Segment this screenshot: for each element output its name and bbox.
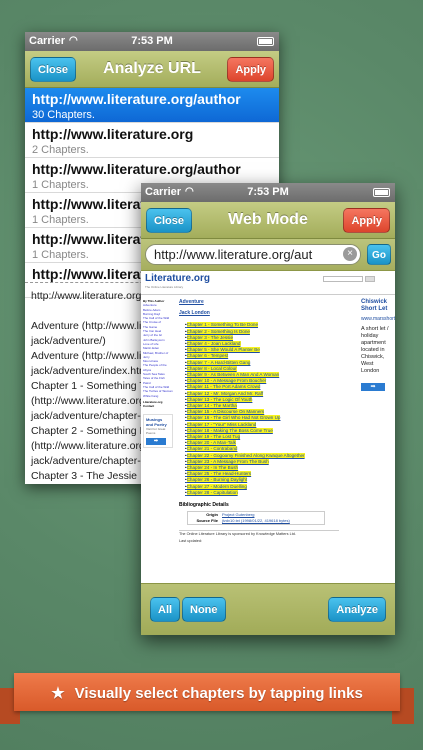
chapter-link-label: Chapter 7 - A Hard-Bitten Gang bbox=[186, 359, 251, 365]
url-list-row[interactable]: http://www.literature.org/author 30 Chapt… bbox=[25, 88, 279, 123]
arrow-right-icon[interactable]: ➡ bbox=[361, 383, 385, 391]
select-all-button[interactable]: All bbox=[150, 597, 181, 622]
url-list-row-url: http://www.literature.org bbox=[32, 126, 194, 142]
chapter-link-label: Chapter 6 - Tempest bbox=[186, 353, 229, 359]
ad-title[interactable]: Chiswick Short Let bbox=[361, 299, 393, 313]
ad-body: A short let / holiday apartment located … bbox=[361, 326, 389, 374]
chapter-link-label: Chapter 27 - Modern Duelling bbox=[186, 483, 247, 489]
web-mode-screen: Carrier ◠ 7:53 PM Close Web Mode Apply h… bbox=[141, 183, 395, 635]
sidebar-link[interactable]: Michael, Brother of Jerry bbox=[143, 351, 173, 360]
chapter-link-label: Chapter 5 - She Would A Planter Be bbox=[186, 347, 260, 353]
sidebar-footer[interactable]: Literature.org Contact bbox=[143, 400, 173, 409]
chapter-link-label: Chapter 28 - Capitulation bbox=[186, 489, 238, 495]
chapter-link-label: Chapter 22 - Gogoomy Finished Along Kwaq… bbox=[186, 452, 305, 458]
footer-updated: Last updated: bbox=[179, 538, 203, 543]
site-footer: The Online Literature Library is sponsor… bbox=[179, 530, 339, 543]
apply-button[interactable]: Apply bbox=[227, 57, 274, 82]
chapter-link-label: Chapter 1 - Something To Be Done bbox=[186, 322, 259, 328]
clear-icon[interactable]: × bbox=[343, 247, 357, 261]
chapter-link[interactable]: Chapter 28 - Capitulation bbox=[185, 489, 339, 496]
url-list-row-count: 2 Chapters. bbox=[32, 144, 89, 156]
author-sidebar: By This Author Adventure Before Adam Burni… bbox=[143, 299, 173, 449]
chapter-link-label: Chapter 8 - Local Colour bbox=[186, 365, 237, 371]
battery-icon bbox=[373, 188, 390, 197]
chapter-link-label: Chapter 12 - Mr. Morgan And Mr. Raff bbox=[186, 390, 264, 396]
chapter-link-label: Chapter 9 - As Between A Man And A Woman bbox=[186, 372, 280, 378]
feature-banner: ★ Visually select chapters by tapping lin… bbox=[14, 673, 400, 711]
sidebar-link[interactable]: The Turtles of Tasman bbox=[143, 389, 173, 393]
book-title-link[interactable]: Adventure bbox=[179, 299, 339, 305]
chapter-link-label: Chapter 14 - The Martha bbox=[186, 403, 237, 409]
site-search-input[interactable] bbox=[323, 276, 363, 282]
site-logo-subtitle: The Online Literature Library bbox=[145, 285, 184, 289]
analyze-button[interactable]: Analyze bbox=[328, 597, 386, 622]
site-logo[interactable]: Literature.org bbox=[145, 273, 210, 284]
chapter-link-label: Chapter 17 - "Your" Miss Lackland bbox=[186, 421, 257, 427]
arrow-right-icon[interactable]: ➡ bbox=[146, 438, 166, 446]
status-time: 7:53 PM bbox=[131, 35, 173, 47]
url-bar: http://www.literature.org/aut × Go bbox=[141, 239, 395, 271]
sidebar-link[interactable]: The People of the Abyss bbox=[143, 363, 173, 372]
url-list-row-count: 30 Chapters. bbox=[32, 109, 95, 121]
status-bar: Carrier ◠ 7:53 PM bbox=[25, 32, 279, 51]
banner-text: Visually select chapters by tapping link… bbox=[74, 685, 363, 702]
status-time: 7:53 PM bbox=[247, 186, 289, 198]
go-button[interactable]: Go bbox=[367, 244, 391, 265]
select-none-button[interactable]: None bbox=[182, 597, 226, 622]
ad-sidebar: Chiswick Short Let www.marsshortlets.co.… bbox=[361, 299, 395, 391]
status-bar: Carrier ◠ 7:53 PM bbox=[141, 183, 395, 202]
chapter-link-label: Chapter 19 - The Lost Tug bbox=[186, 434, 241, 440]
battery-icon bbox=[257, 37, 274, 46]
apply-button[interactable]: Apply bbox=[343, 208, 390, 233]
author-link[interactable]: Jack London bbox=[179, 310, 339, 316]
sidebar-ad[interactable]: Musings and Poetry Visit For Great Poems… bbox=[143, 414, 173, 449]
bib-origin-link[interactable]: Project Gutenberg bbox=[222, 512, 254, 517]
chapter-link-label: Chapter 21 - Contraband bbox=[186, 446, 238, 452]
url-list-row-url: http://www.literature.org/author bbox=[32, 161, 241, 177]
chapter-link-label: Chapter 20 - A Man-Talk bbox=[186, 440, 236, 446]
site-header: Literature.org The Online Literature Lib… bbox=[141, 271, 395, 295]
star-icon: ★ bbox=[51, 685, 65, 702]
chapter-link-label: Chapter 13 - The Logic Of Youth bbox=[186, 396, 253, 402]
chapter-link-label: Chapter 3 - The Jessie bbox=[186, 334, 233, 340]
chapter-link-label: Chapter 23 - A Message From The Bush bbox=[186, 458, 269, 464]
url-list-row-url: http://www.literature.org/author bbox=[32, 91, 241, 107]
chapter-content: Adventure Jack London Chapter 1 - Someth… bbox=[179, 299, 339, 544]
ad-url[interactable]: www.marsshortlets.co.uk bbox=[361, 316, 395, 323]
url-list-row[interactable]: http://www.literature.org 2 Chapters. bbox=[25, 123, 279, 158]
url-input[interactable]: http://www.literature.org/aut bbox=[145, 244, 361, 265]
bib-source-link[interactable]: jlvdv10.txt (1998/01/22, 419618 bytes) bbox=[222, 518, 290, 523]
chapter-link-label: Chapter 15 - A Discourse On Manners bbox=[186, 409, 265, 415]
sidebar-links: Adventure Before Adam Burning Dayl The Call… bbox=[143, 303, 173, 398]
nav-bar: Close Web Mode Apply bbox=[141, 202, 395, 239]
sidebar-link[interactable]: Tales of the Fish Patrol bbox=[143, 376, 173, 385]
chapter-link-label: Chapter 18 - Making The Boss Come True bbox=[186, 427, 273, 433]
bib-source-row: Source File jlvdv10.txt (1998/01/22, 4196… bbox=[188, 518, 324, 524]
chapter-link-label: Chapter 25 - The Head-Hunters bbox=[186, 471, 252, 477]
chapter-link-label: Chapter 11 - The Port Adams Crowd bbox=[186, 384, 261, 390]
sidebar-ad-title: Musings and Poetry bbox=[146, 417, 167, 428]
banner-caption: ★ Visually select chapters by tapping lin… bbox=[14, 684, 400, 702]
chapter-link-label: Chapter 24 - In The Bush bbox=[186, 465, 239, 471]
chapter-link-label: Chapter 26 - Burning Daylight bbox=[186, 477, 248, 483]
bottom-toolbar: All None Analyze bbox=[141, 583, 395, 635]
chapter-link-label: Chapter 10 - A Message From Boucher bbox=[186, 378, 267, 384]
sidebar-ad-sub: Visit For Great Poems bbox=[146, 427, 166, 436]
chapter-link-label: Chapter 4 - Joan Lackland bbox=[186, 341, 241, 347]
bib-title: Bibliographic Details bbox=[179, 502, 229, 509]
site-search-button[interactable] bbox=[365, 276, 375, 282]
bib-source-label: Source File bbox=[196, 518, 218, 524]
chapter-link-label: Chapter 2 - Something Is Done bbox=[186, 328, 250, 334]
web-view[interactable]: Literature.org The Online Literature Lib… bbox=[141, 271, 395, 583]
bib-table: Origin Project Gutenberg Source File jlvdv… bbox=[187, 511, 325, 526]
sidebar-link[interactable]: White Fang bbox=[143, 394, 173, 398]
chapter-link-label: Chapter 16 - The Girl Who Had Not Grown … bbox=[186, 415, 281, 421]
nav-bar: Close Analyze URL Apply bbox=[25, 51, 279, 88]
chapter-list: Chapter 1 - Something To Be DoneChapter … bbox=[179, 322, 339, 496]
